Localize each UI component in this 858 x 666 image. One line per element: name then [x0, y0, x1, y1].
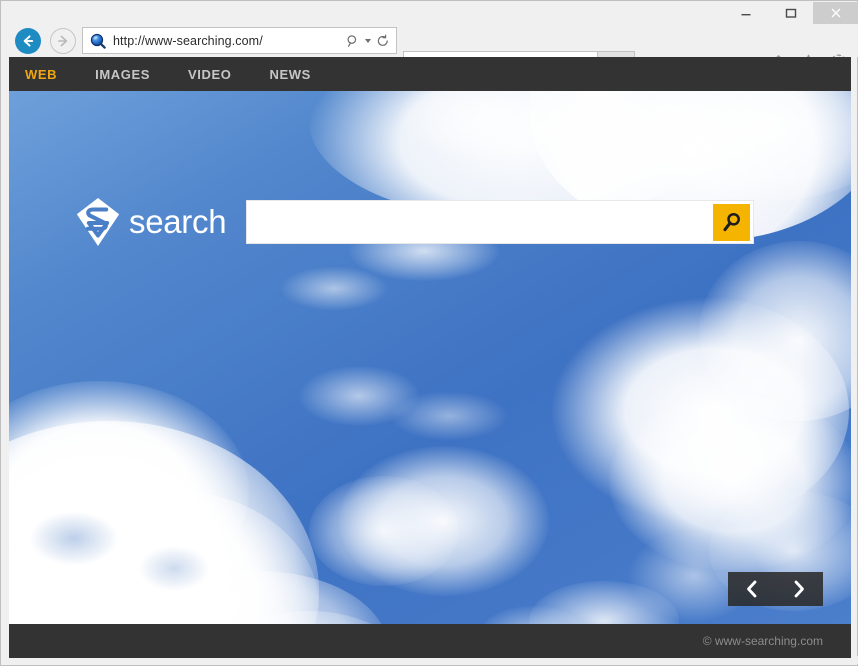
- site-nav-item-video[interactable]: VIDEO: [188, 67, 231, 82]
- hero-sky-background: search: [9, 91, 851, 624]
- search-submit-button[interactable]: [713, 203, 751, 241]
- site-nav-item-news[interactable]: NEWS: [270, 67, 311, 82]
- close-window-button[interactable]: [813, 2, 858, 24]
- minimize-icon: [741, 14, 750, 16]
- cloud-gap: [139, 546, 209, 591]
- footer-copyright: © www-searching.com: [702, 634, 823, 648]
- site-nav-item-images[interactable]: IMAGES: [95, 67, 150, 82]
- site-nav-bar: WEB IMAGES VIDEO NEWS: [9, 57, 851, 91]
- site-brand: search: [75, 197, 227, 247]
- back-button[interactable]: [15, 28, 41, 54]
- refresh-icon[interactable]: [376, 34, 390, 48]
- background-carousel: [728, 572, 823, 606]
- search-input[interactable]: [250, 204, 714, 240]
- search-diamond-logo-icon: [76, 197, 120, 247]
- maximize-icon: [785, 8, 796, 18]
- carousel-prev-button[interactable]: [735, 572, 769, 606]
- cloud: [279, 266, 389, 311]
- search-hero-row: search: [9, 197, 851, 247]
- address-bar[interactable]: http://www-searching.com/: [82, 27, 397, 54]
- chevron-left-icon: [746, 580, 757, 598]
- magnifier-icon: [723, 212, 740, 232]
- search-globe-icon: [90, 33, 106, 49]
- site-footer: © www-searching.com: [9, 624, 851, 658]
- page-viewport: WEB IMAGES VIDEO NEWS search © www-searc…: [9, 57, 851, 658]
- cloud: [299, 366, 419, 426]
- chevron-down-icon[interactable]: [365, 38, 371, 43]
- cloud: [309, 476, 459, 586]
- sky-gradient: [9, 91, 851, 624]
- brand-wordmark: search: [129, 203, 227, 240]
- forward-arrow-icon: [58, 35, 68, 47]
- carousel-next-button[interactable]: [782, 572, 816, 606]
- site-nav-item-web[interactable]: WEB: [25, 67, 57, 82]
- window-controls: [723, 2, 858, 24]
- cloud-gap: [29, 511, 119, 566]
- address-bar-url: http://www-searching.com/: [113, 33, 263, 48]
- chevron-right-icon: [794, 580, 805, 598]
- browser-window: http://www-searching.com/ WEB IMAGES VID…: [0, 0, 858, 666]
- site-search-box[interactable]: [246, 200, 755, 244]
- title-bar: [2, 2, 858, 24]
- search-icon[interactable]: [346, 34, 360, 48]
- maximize-button[interactable]: [768, 2, 813, 24]
- back-arrow-icon: [23, 35, 34, 47]
- address-bar-actions: [346, 34, 396, 48]
- browser-toolbar: http://www-searching.com/: [2, 24, 858, 80]
- forward-button[interactable]: [50, 28, 76, 54]
- close-icon: [831, 8, 840, 18]
- minimize-button[interactable]: [723, 2, 768, 24]
